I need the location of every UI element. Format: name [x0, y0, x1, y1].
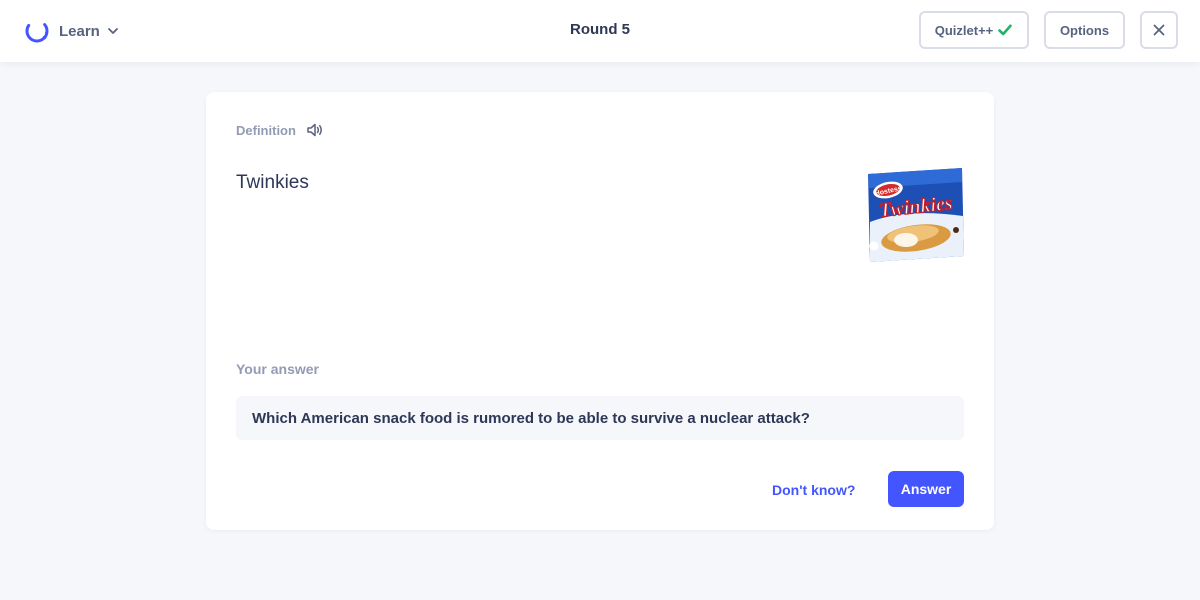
prompt-label: Definition — [236, 122, 296, 138]
speaker-icon[interactable] — [307, 123, 323, 137]
answer-text: Which American snack food is rumored to … — [252, 409, 810, 427]
close-button[interactable] — [1140, 11, 1178, 49]
dont-know-button[interactable]: Don't know? — [772, 480, 855, 500]
mode-dropdown[interactable]: Learn — [24, 18, 119, 44]
term-text: Twinkies — [236, 172, 309, 193]
top-bar: Learn Round 5 Quizlet++ Options — [0, 0, 1200, 62]
options-label: Options — [1059, 22, 1110, 38]
twinkies-product-image[interactable]: Hostess Twinkies — [866, 168, 964, 262]
mode-label: Learn — [59, 22, 100, 40]
prompt-header: Definition — [236, 122, 323, 138]
quizlet-plus-label: Quizlet++ — [934, 22, 994, 38]
question-card: Definition Twinkies Hostess Twinkies You… — [206, 92, 994, 530]
options-button[interactable]: Options — [1044, 11, 1125, 49]
quizlet-plus-button[interactable]: Quizlet++ — [919, 11, 1029, 49]
close-icon — [1153, 24, 1165, 36]
chevron-down-icon — [107, 28, 118, 34]
learn-progress-icon — [25, 19, 49, 43]
answer-input[interactable]: Which American snack food is rumored to … — [236, 396, 964, 440]
answer-button[interactable]: Answer — [888, 471, 964, 507]
answer-label: Your answer — [236, 361, 319, 377]
check-icon — [998, 24, 1013, 36]
